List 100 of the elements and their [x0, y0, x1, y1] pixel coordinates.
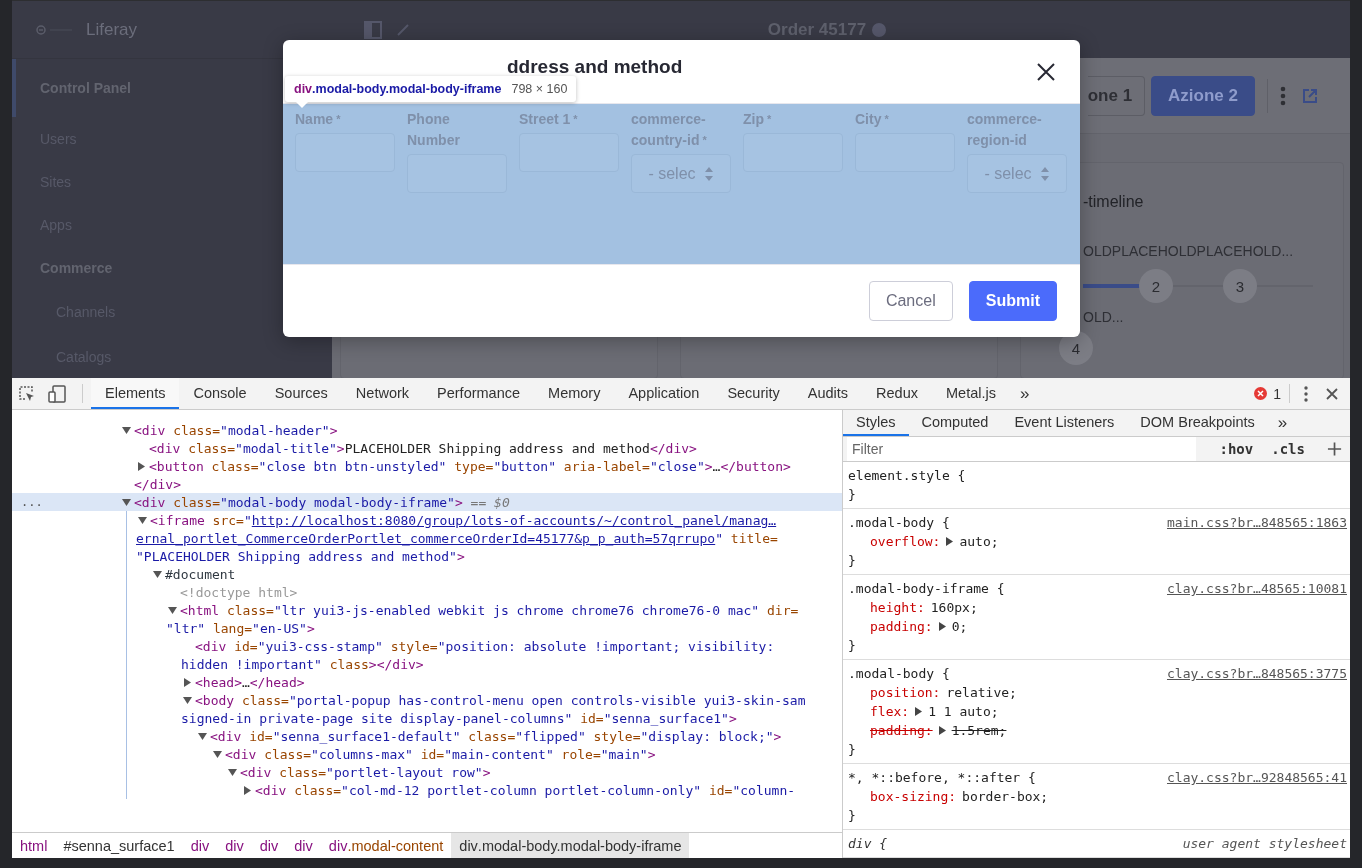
more-tabs-button[interactable]: »: [1267, 410, 1298, 436]
dom-row[interactable]: #document: [127, 565, 842, 583]
plus-icon[interactable]: [1326, 441, 1342, 457]
step-label: PLACEHOLD: [1111, 243, 1197, 259]
devtools-tab[interactable]: Security: [713, 378, 794, 409]
css-value[interactable]: 160px;: [930, 598, 978, 617]
class-toggle[interactable]: .cls: [1267, 441, 1309, 457]
dom-row[interactable]: ernal_portlet_CommerceOrderPortlet_commerceOrderId=45177&p_p_auth=57qrrupo" title=: [127, 529, 842, 547]
stylesheet-link[interactable]: clay.css?br…92848565:41: [1167, 768, 1347, 787]
dom-row[interactable]: <head>…</head>: [127, 673, 842, 691]
hover-state-toggle[interactable]: :hov: [1215, 441, 1258, 457]
close-button[interactable]: [1036, 61, 1056, 82]
closing-brace: }: [848, 553, 856, 568]
devtools-tab[interactable]: Elements: [91, 378, 180, 409]
breadcrumb[interactable]: div: [251, 833, 287, 858]
dom-row[interactable]: <div id="senna_surface1-default" class="flipped" style="display: block;">: [127, 727, 842, 745]
devtools-tab[interactable]: Metal.js: [932, 378, 1010, 409]
dom-row[interactable]: <body class="portal-popup has-control-menu open controls-visible yui3-skin-sam: [127, 691, 842, 709]
sidebar-tab[interactable]: Computed: [908, 410, 1002, 436]
breadcrumb[interactable]: html: [12, 833, 56, 858]
row-menu[interactable]: ...: [21, 495, 43, 509]
breadcrumb[interactable]: div: [182, 833, 218, 858]
dom-row[interactable]: "PLACEHOLDER Shipping address and method">: [127, 547, 842, 565]
kebab-menu-icon[interactable]: [1280, 85, 1286, 106]
expanded-arrow-icon[interactable]: [213, 749, 222, 759]
css-property[interactable]: padding:: [870, 617, 933, 636]
expand-arrow-icon[interactable]: [946, 537, 954, 546]
collapsed-arrow-icon[interactable]: [243, 785, 252, 795]
dom-row[interactable]: <div id="yui3-css-stamp" style="position: absolute !important; visibility:: [127, 637, 842, 655]
stylesheet-link[interactable]: clay.css?br…48565:10081: [1167, 579, 1347, 598]
devtools-tab[interactable]: Network: [341, 378, 424, 409]
css-value[interactable]: border-box;: [962, 787, 1049, 806]
dom-row[interactable]: <div class="columns-max" id="main-content" role="main">: [127, 745, 842, 763]
breadcrumb[interactable]: div.modal-body.modal-body-iframe: [451, 833, 690, 858]
css-property[interactable]: padding:: [870, 721, 933, 740]
sidebar-tab[interactable]: DOM Breakpoints: [1127, 410, 1268, 436]
devtools-tab[interactable]: Audits: [793, 378, 863, 409]
expand-arrow-icon[interactable]: [938, 726, 946, 735]
devtools-tab[interactable]: Application: [614, 378, 714, 409]
dom-row[interactable]: <div class="modal-title">PLACEHOLDER Shipping address and method</div>: [12, 439, 842, 457]
breadcrumb[interactable]: div: [217, 833, 252, 858]
sidebar-tab[interactable]: Event Listeners: [1001, 410, 1128, 436]
css-value[interactable]: relative;: [946, 683, 1017, 702]
expand-arrow-icon[interactable]: [938, 622, 946, 631]
filter-field[interactable]: Filter: [847, 437, 1196, 461]
css-selector: .modal-body {: [848, 665, 950, 683]
expanded-arrow-icon[interactable]: [228, 767, 237, 777]
dom-row[interactable]: hidden !important" class></div>: [127, 655, 842, 673]
devtools-tab[interactable]: Performance: [423, 378, 535, 409]
css-property[interactable]: overflow:: [870, 532, 941, 551]
url-link[interactable]: http://localhost:8080/group/lots-of-accounts/~/control_panel/manag…: [251, 512, 777, 528]
expanded-arrow-icon[interactable]: [122, 425, 131, 435]
css-property[interactable]: box-sizing:: [870, 787, 957, 806]
more-tabs-button[interactable]: »: [1009, 378, 1040, 409]
dom-row[interactable]: ... <div class="modal-body modal-body-iframe"> == $0: [12, 493, 842, 511]
expanded-arrow-icon[interactable]: [183, 695, 192, 705]
stylesheet-link[interactable]: clay.css?br…848565:3775: [1167, 664, 1347, 683]
dom-node-text: <body class="portal-popup has-control-menu open controls-visible yui3-skin-sam: [195, 692, 806, 708]
sidebar-toggle-icon[interactable]: [364, 20, 382, 39]
expanded-arrow-icon[interactable]: [198, 731, 207, 741]
cancel-button[interactable]: Cancel: [868, 281, 953, 321]
devtools-tab[interactable]: Sources: [260, 378, 342, 409]
breadcrumb[interactable]: div.modal-content: [320, 833, 452, 858]
css-property[interactable]: height:: [870, 598, 925, 617]
url-link[interactable]: ernal_portlet_CommerceOrderPortlet_commerceOrderId=45177&p_p_auth=57qrrupo: [136, 530, 716, 546]
dom-node-text: <!doctype html>: [180, 584, 298, 600]
dom-row[interactable]: <div class="col-md-12 portlet-column portlet-column-only" id="column-: [127, 781, 842, 799]
devtools-tab[interactable]: Console: [179, 378, 261, 409]
error-count[interactable]: 1: [1273, 385, 1281, 402]
dom-row[interactable]: <div class="modal-header">: [12, 421, 842, 439]
expanded-arrow-icon[interactable]: [122, 497, 131, 507]
dom-row[interactable]: <div class="portlet-layout row">: [127, 763, 842, 781]
devtools-tab[interactable]: Memory: [534, 378, 615, 409]
dom-row[interactable]: <html class="ltr yui3-js-enabled webkit js chrome chrome76 chrome76-0 mac" dir=: [127, 601, 842, 619]
expanded-arrow-icon[interactable]: [153, 569, 162, 579]
step-circle[interactable]: 2: [1139, 269, 1173, 303]
dom-row[interactable]: <iframe src="http://localhost:8080/group/lots-of-accounts/~/control_panel/manag…: [127, 511, 842, 529]
submit-button[interactable]: Submit: [968, 281, 1057, 321]
collapsed-arrow-icon[interactable]: [183, 677, 192, 687]
css-value[interactable]: 0;: [951, 617, 968, 636]
dom-row[interactable]: </div>: [12, 475, 842, 493]
stylesheet-link[interactable]: main.css?br…848565:1863: [1167, 513, 1347, 532]
step-circle[interactable]: 3: [1223, 269, 1257, 303]
devtools-tab[interactable]: Redux: [862, 378, 932, 409]
css-value[interactable]: 1.5rem;: [951, 721, 1007, 740]
error-icon[interactable]: [1254, 387, 1268, 400]
stylesheet-origin[interactable]: user agent stylesheet: [1182, 834, 1347, 853]
dom-row[interactable]: <button class="close btn btn-unstyled" type="button" aria-label="close">…</button>: [12, 457, 842, 475]
css-value[interactable]: auto;: [959, 532, 999, 551]
expand-arrow-icon[interactable]: [915, 707, 923, 716]
css-value[interactable]: 1 1 auto;: [928, 702, 999, 721]
expanded-arrow-icon[interactable]: [138, 515, 147, 525]
css-property[interactable]: flex:: [870, 702, 910, 721]
dom-row[interactable]: signed-in private-page site display-panel-columns" id="senna_surface1">: [127, 709, 842, 727]
expanded-arrow-icon[interactable]: [168, 605, 177, 615]
collapsed-arrow-icon[interactable]: [137, 461, 146, 471]
css-property[interactable]: position:: [870, 683, 941, 702]
breadcrumb[interactable]: #senna_surface1: [55, 833, 183, 858]
breadcrumb[interactable]: div: [286, 833, 321, 858]
dom-row[interactable]: "ltr" lang="en-US">: [127, 619, 842, 637]
